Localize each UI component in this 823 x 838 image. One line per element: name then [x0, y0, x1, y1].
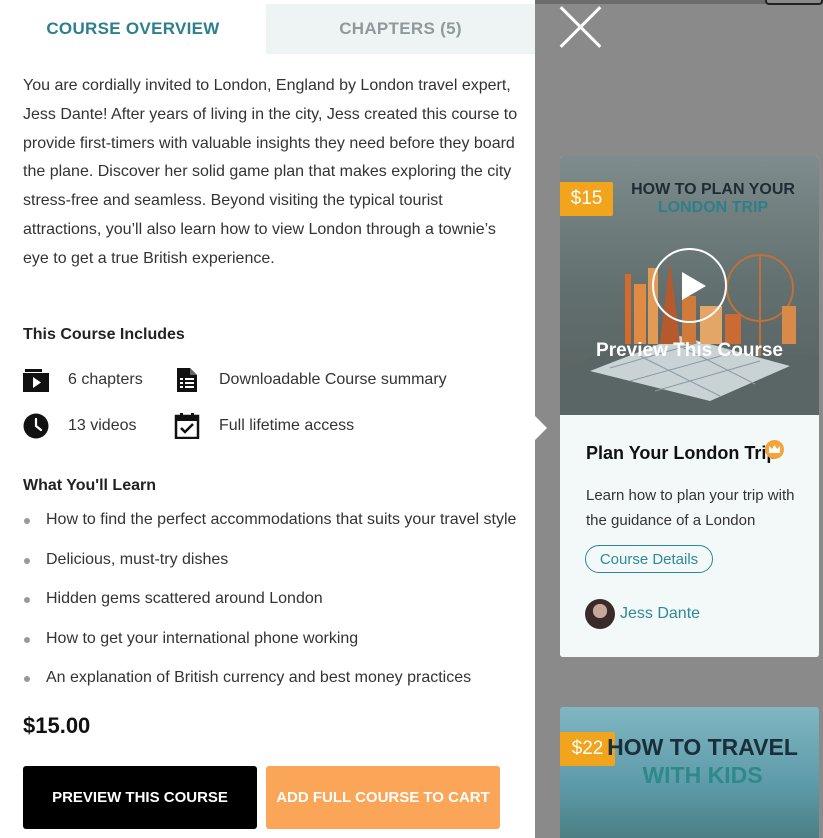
includes-heading: This Course Includes [23, 326, 185, 343]
thumbnail-title-line2: WITH KIDS [642, 762, 763, 788]
course-price: $15.00 [23, 713, 91, 738]
clock-icon [23, 413, 49, 439]
thumbnail-title-line2: LONDON TRIP [657, 199, 769, 216]
list-item: Hidden gems scattered around London [23, 589, 516, 629]
includes-chapters: 6 chapters [23, 367, 143, 393]
price-badge: $15 [560, 182, 613, 216]
thumbnail-title: HOW TO PLAN YOUR LONDON TRIP [618, 181, 808, 217]
add-to-cart-button[interactable]: ADD FULL COURSE TO CART [266, 766, 500, 829]
close-icon[interactable] [556, 3, 604, 51]
learn-heading: What You'll Learn [23, 477, 156, 494]
course-overview-panel: COURSE OVERVIEW CHAPTERS (5) You are cor… [0, 0, 535, 838]
includes-access: Full lifetime access [174, 413, 354, 439]
list-item: An explanation of British currency and b… [23, 668, 516, 708]
list-item: How to find the perfect accommodations t… [23, 510, 516, 550]
course-card[interactable]: $15 HOW TO PLAN YOUR LONDON TRIP Preview… [560, 156, 819, 657]
author-name[interactable]: Jess Dante [620, 605, 700, 623]
includes-videos-label: 13 videos [68, 417, 137, 434]
thumbnail-title-line1: HOW TO TRAVEL [607, 734, 798, 760]
thumbnail-title: HOW TO TRAVEL WITH KIDS [590, 733, 815, 789]
course-card-description: Learn how to plan your trip with the gui… [586, 487, 795, 529]
includes-chapters-label: 6 chapters [68, 371, 143, 388]
preview-course-button[interactable]: PREVIEW THIS COURSE [23, 766, 257, 829]
course-card-title[interactable]: Plan Your London Trip [586, 443, 777, 464]
avatar [585, 599, 615, 629]
calendar-check-icon [174, 413, 200, 439]
list-item: Delicious, must-try dishes [23, 550, 516, 590]
course-card-2[interactable]: $22 HOW TO TRAVEL WITH KIDS [560, 707, 819, 838]
list-item: How to get your international phone work… [23, 629, 516, 669]
play-icon[interactable] [652, 248, 727, 323]
course-details-button[interactable]: Course Details [585, 545, 713, 573]
course-card-body: Plan Your London Trip Learn how to plan … [560, 415, 819, 657]
course-description: You are cordially invited to London, Eng… [23, 77, 518, 267]
includes-summary: Downloadable Course summary [174, 367, 447, 393]
includes-videos: 13 videos [23, 413, 137, 439]
includes-access-label: Full lifetime access [219, 417, 355, 434]
crown-icon [765, 440, 784, 459]
document-list-icon [177, 368, 197, 392]
tab-bar: COURSE OVERVIEW CHAPTERS (5) [0, 4, 535, 54]
panel-pointer-arrow [535, 416, 547, 440]
course-thumbnail[interactable]: $15 HOW TO PLAN YOUR LONDON TRIP Preview… [560, 156, 819, 415]
top-corner-frame [765, 0, 823, 5]
learn-list: How to find the perfect accommodations t… [23, 510, 516, 708]
video-chapter-icon [23, 369, 49, 392]
thumbnail-title-line1: HOW TO PLAN YOUR [631, 181, 795, 198]
tab-chapters[interactable]: CHAPTERS (5) [266, 4, 535, 54]
author-link[interactable]: Jess Dante [585, 599, 700, 629]
preview-course-label[interactable]: Preview This Course [560, 340, 819, 362]
includes-summary-label: Downloadable Course summary [219, 371, 447, 388]
tab-course-overview[interactable]: COURSE OVERVIEW [0, 4, 266, 54]
